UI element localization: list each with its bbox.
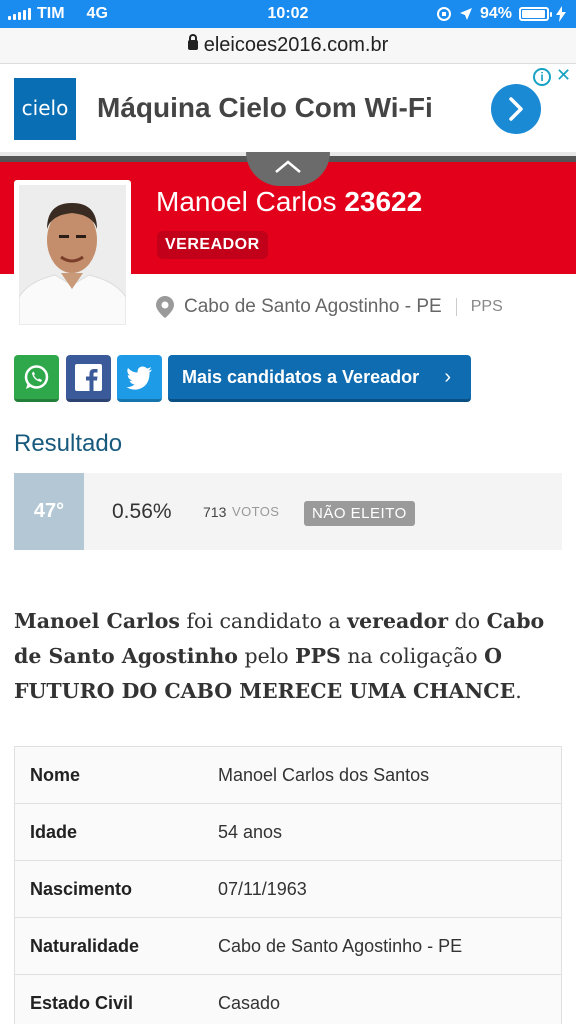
result-heading: Resultado <box>14 430 123 457</box>
charging-icon <box>556 6 566 22</box>
election-status-badge: NÃO ELEITO <box>304 501 415 526</box>
info-value: Casado <box>218 993 281 1013</box>
info-label: Naturalidade <box>30 936 140 956</box>
ad-info-icon[interactable]: i <box>533 68 551 86</box>
candidate-photo-frame <box>14 180 131 330</box>
url-text: eleicoes2016.com.br <box>203 34 389 56</box>
table-row: Nome Manoel Carlos dos Santos <box>15 747 561 804</box>
description-highlight: Manoel Carlos <box>14 609 180 633</box>
ad-close-icon[interactable]: ✕ <box>556 65 571 86</box>
location-icon <box>459 8 472 20</box>
description-text: do <box>448 609 487 633</box>
vote-percent: 0.56% <box>112 500 172 523</box>
candidate-title: Manoel Carlos 23622 <box>156 186 422 218</box>
whatsapp-icon <box>24 365 49 389</box>
table-row: Idade 54 anos <box>15 804 561 861</box>
table-row: Naturalidade Cabo de Santo Agostinho - P… <box>15 918 561 975</box>
more-candidates-label: Mais candidatos a Vereador <box>182 367 420 387</box>
candidate-name: Manoel Carlos <box>156 186 337 217</box>
description-text: . <box>515 679 522 703</box>
rank-badge: 47° <box>14 473 84 550</box>
chevron-right-icon: › <box>444 366 451 388</box>
share-whatsapp-button[interactable] <box>14 355 59 402</box>
candidate-location: Cabo de Santo Agostinho - PE PPS <box>156 296 503 318</box>
description-text: pelo <box>237 644 296 668</box>
battery-icon <box>519 7 552 21</box>
candidate-number: 23622 <box>344 186 423 217</box>
cielo-logo: cielo <box>14 78 76 140</box>
ad-title[interactable]: Máquina Cielo Com Wi-Fi <box>97 92 433 124</box>
twitter-icon <box>126 366 152 390</box>
info-value: Manoel Carlos dos Santos <box>218 765 430 785</box>
info-label: Nascimento <box>30 879 133 899</box>
result-row: 47° 0.56% 713 VOTOS NÃO ELEITO <box>14 473 562 550</box>
ad-banner[interactable]: cielo Máquina Cielo Com Wi-Fi i ✕ <box>0 64 576 156</box>
lock-icon <box>187 34 198 50</box>
more-candidates-button[interactable]: Mais candidatos a Vereador › <box>168 355 471 402</box>
chevron-up-icon <box>275 160 301 173</box>
candidate-photo <box>19 185 126 325</box>
share-facebook-button[interactable] <box>66 355 111 402</box>
divider <box>455 298 457 316</box>
info-value: 54 anos <box>218 822 283 842</box>
role-badge: VEREADOR <box>157 231 268 259</box>
share-twitter-button[interactable] <box>117 355 162 402</box>
chevron-right-icon <box>509 97 523 121</box>
vote-count-label: VOTOS <box>232 504 280 519</box>
ad-open-button[interactable] <box>491 84 541 134</box>
address-bar[interactable]: eleicoes2016.com.br <box>0 28 576 64</box>
table-row: Estado Civil Casado <box>15 975 561 1024</box>
info-label: Nome <box>30 765 81 785</box>
status-bar: TIM 4G 10:02 94% <box>0 0 576 28</box>
candidate-city: Cabo de Santo Agostinho - PE <box>184 296 442 317</box>
description-highlight: vereador <box>347 609 449 633</box>
candidate-description: Manoel Carlos foi candidato a vereador d… <box>14 604 562 709</box>
candidate-info-table: Nome Manoel Carlos dos Santos Idade 54 a… <box>14 746 562 1024</box>
facebook-icon <box>75 364 102 391</box>
orientation-lock-icon <box>436 7 451 21</box>
info-value: Cabo de Santo Agostinho - PE <box>218 936 463 956</box>
map-pin-icon <box>156 296 174 318</box>
description-text: foi candidato a <box>179 609 348 633</box>
info-label: Estado Civil <box>30 993 134 1013</box>
description-text: na coligação <box>340 644 485 668</box>
battery-percent: 94% <box>479 5 512 22</box>
info-value: 07/11/1963 <box>218 879 307 899</box>
description-highlight: PPS <box>295 644 341 668</box>
vote-count: 713 <box>203 504 227 520</box>
table-row: Nascimento 07/11/1963 <box>15 861 561 918</box>
info-label: Idade <box>30 822 78 842</box>
candidate-party[interactable]: PPS <box>471 298 503 316</box>
